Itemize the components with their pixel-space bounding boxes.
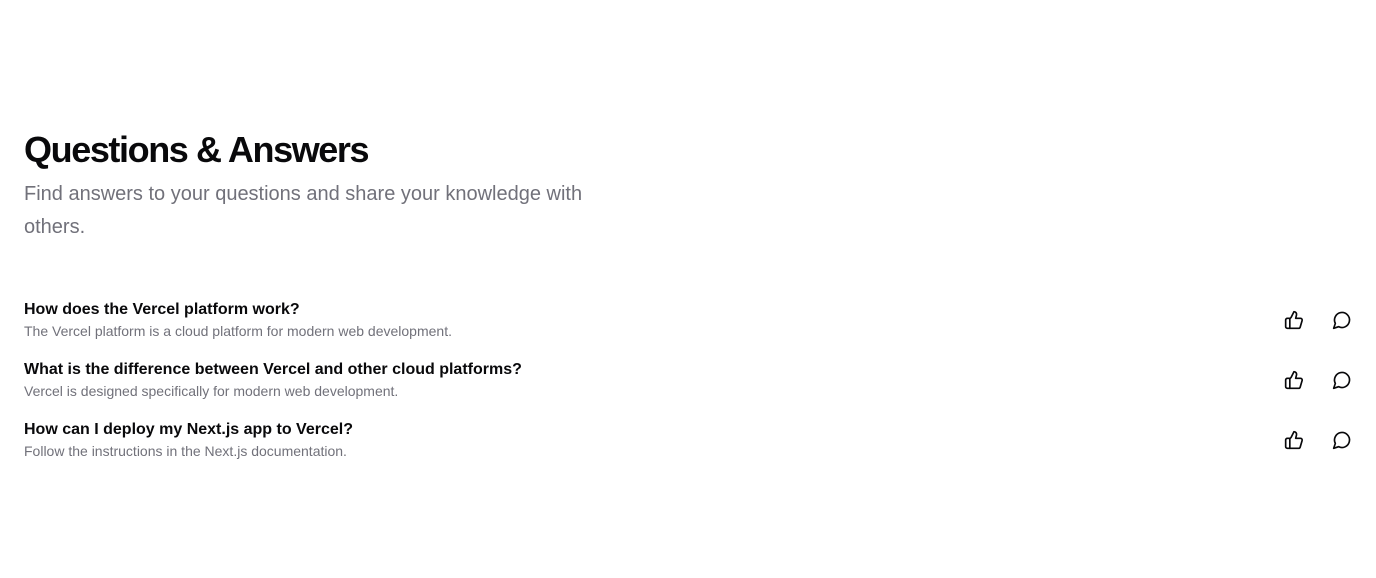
comment-button[interactable] bbox=[1332, 310, 1352, 330]
thumbs-up-icon bbox=[1284, 310, 1303, 330]
qa-question: How can I deploy my Next.js app to Verce… bbox=[24, 421, 353, 438]
qa-item: How can I deploy my Next.js app to Verce… bbox=[24, 410, 1352, 470]
qa-answer: Vercel is designed specifically for mode… bbox=[24, 383, 399, 399]
qa-text: What is the difference between Vercel an… bbox=[24, 359, 522, 401]
qa-actions bbox=[1284, 430, 1352, 450]
like-button[interactable] bbox=[1284, 310, 1304, 330]
qa-answer: The Vercel platform is a cloud platform … bbox=[24, 323, 452, 339]
qa-answer: Follow the instructions in the Next.js d… bbox=[24, 443, 347, 459]
thumbs-up-icon bbox=[1284, 370, 1303, 390]
qa-actions bbox=[1284, 370, 1352, 390]
qa-text: How does the Vercel platform work? The V… bbox=[24, 299, 452, 341]
qa-question: What is the difference between Vercel an… bbox=[24, 361, 522, 378]
page-title: Questions & Answers bbox=[24, 129, 370, 170]
qa-page: Questions & Answers Find answers to your… bbox=[24, 130, 1352, 470]
qa-item: How does the Vercel platform work? The V… bbox=[24, 290, 1352, 350]
comment-button[interactable] bbox=[1332, 430, 1352, 450]
thumbs-up-icon bbox=[1284, 430, 1303, 450]
like-button[interactable] bbox=[1284, 430, 1304, 450]
qa-item: What is the difference between Vercel an… bbox=[24, 350, 1352, 410]
qa-actions bbox=[1284, 310, 1352, 330]
qa-list: How does the Vercel platform work? The V… bbox=[24, 290, 1352, 470]
message-circle-icon bbox=[1332, 311, 1351, 330]
like-button[interactable] bbox=[1284, 370, 1304, 390]
comment-button[interactable] bbox=[1332, 370, 1352, 390]
page-subtitle: Find answers to your questions and share… bbox=[24, 183, 583, 238]
qa-question: How does the Vercel platform work? bbox=[24, 301, 300, 318]
message-circle-icon bbox=[1332, 431, 1351, 450]
message-circle-icon bbox=[1332, 371, 1351, 390]
qa-text: How can I deploy my Next.js app to Verce… bbox=[24, 419, 353, 461]
